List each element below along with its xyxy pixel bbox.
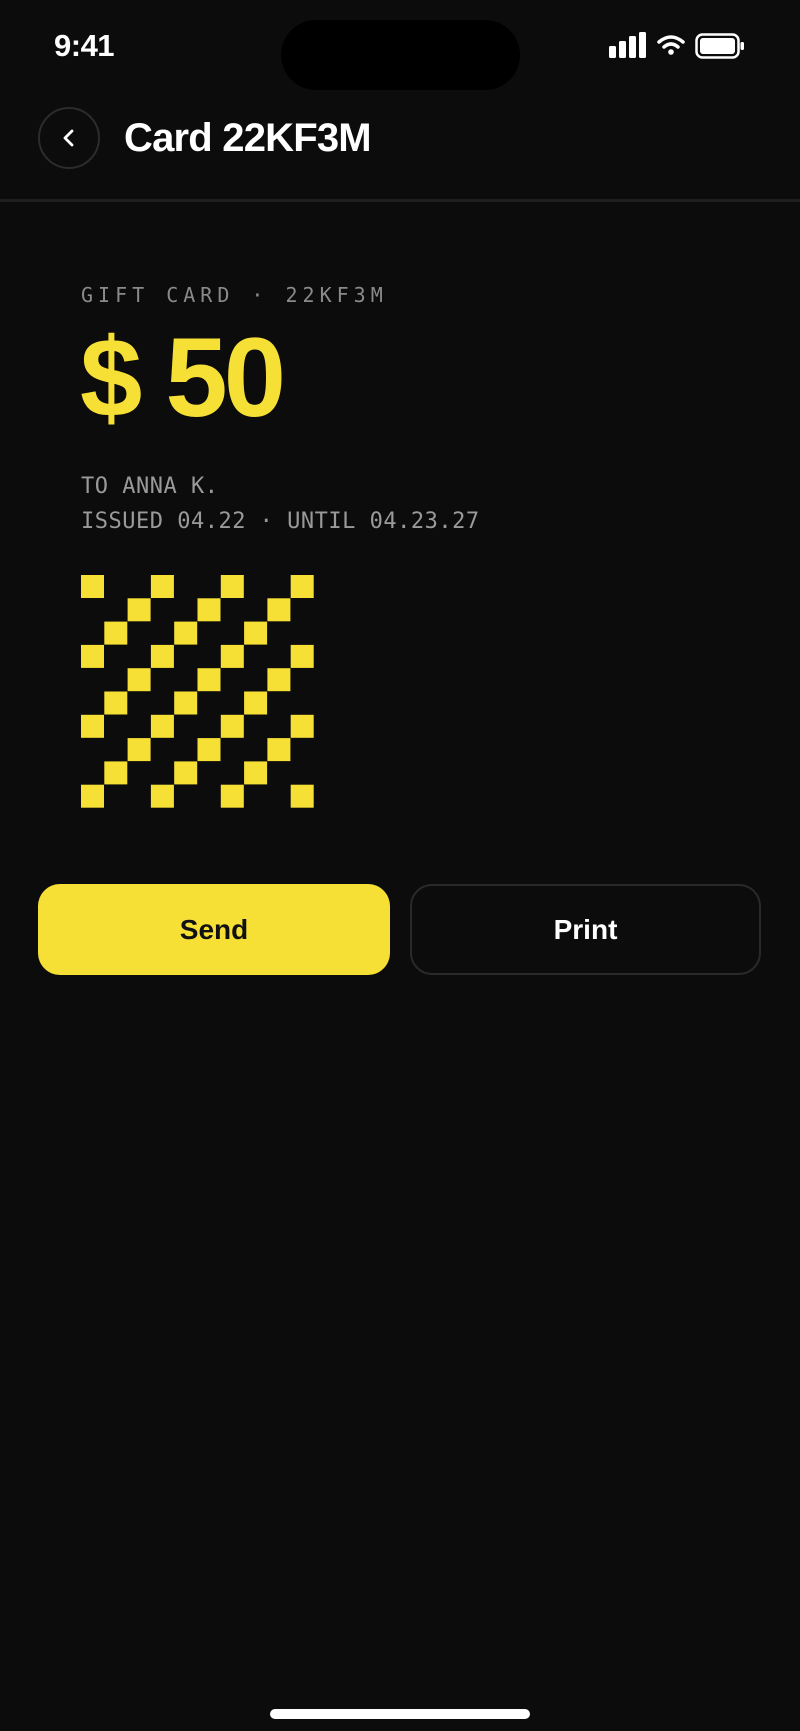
code-cell bbox=[127, 738, 151, 762]
battery-icon bbox=[695, 33, 744, 59]
code-cell bbox=[220, 714, 244, 738]
header-divider bbox=[0, 199, 800, 202]
code-cell bbox=[104, 621, 128, 645]
card-code-pattern bbox=[81, 575, 314, 808]
code-cell bbox=[150, 714, 174, 738]
back-button[interactable] bbox=[38, 107, 100, 169]
status-time: 9:41 bbox=[54, 28, 115, 63]
code-cell bbox=[150, 644, 174, 668]
code-cell bbox=[174, 761, 198, 785]
code-cell bbox=[220, 575, 244, 598]
code-cell bbox=[81, 644, 104, 668]
card-label: GIFT CARD · 22KF3M bbox=[81, 283, 388, 307]
status-icons bbox=[609, 32, 745, 60]
signal-icon bbox=[609, 32, 646, 58]
code-cell bbox=[197, 738, 221, 762]
code-cell bbox=[290, 644, 314, 668]
code-cell bbox=[267, 668, 291, 692]
code-cell bbox=[220, 644, 244, 668]
code-cell bbox=[104, 761, 128, 785]
code-cell bbox=[81, 714, 104, 738]
send-button[interactable]: Send bbox=[38, 884, 390, 975]
card-amount: $ 50 bbox=[80, 315, 286, 440]
code-cell bbox=[127, 598, 151, 622]
card-validity: ISSUED 04.22 · UNTIL 04.23.27 bbox=[81, 509, 480, 534]
code-cell bbox=[104, 691, 128, 715]
page-title: Card 22KF3M bbox=[124, 116, 372, 160]
dynamic-island bbox=[281, 20, 520, 90]
code-cell bbox=[290, 714, 314, 738]
code-cell bbox=[290, 784, 314, 808]
code-cell bbox=[174, 621, 198, 645]
code-cell bbox=[267, 598, 291, 622]
code-cell bbox=[197, 598, 221, 622]
code-cell bbox=[244, 761, 268, 785]
code-cell bbox=[220, 784, 244, 808]
wifi-icon bbox=[657, 35, 685, 55]
code-cell bbox=[244, 691, 268, 715]
code-cell bbox=[81, 575, 104, 598]
card-recipient: TO ANNA K. bbox=[81, 474, 219, 499]
code-cell bbox=[150, 784, 174, 808]
chevron-left-icon bbox=[63, 129, 74, 147]
code-cell bbox=[174, 691, 198, 715]
print-button[interactable]: Print bbox=[410, 884, 761, 975]
code-cell bbox=[150, 575, 174, 598]
code-cell bbox=[127, 668, 151, 692]
code-cell bbox=[81, 784, 104, 808]
code-cell bbox=[244, 621, 268, 645]
code-cell bbox=[290, 575, 314, 598]
home-indicator bbox=[270, 1709, 530, 1719]
code-cell bbox=[267, 738, 291, 762]
code-cell bbox=[197, 668, 221, 692]
